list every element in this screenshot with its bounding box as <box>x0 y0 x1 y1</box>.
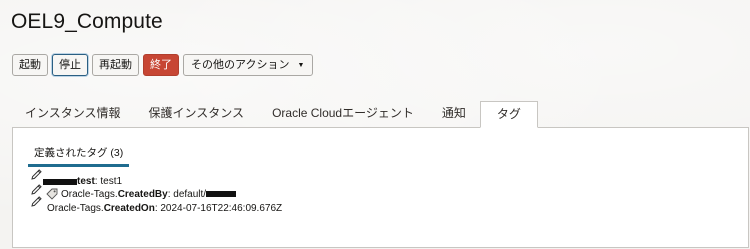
tab-instance-info[interactable]: インスタンス情報 <box>12 101 135 128</box>
restart-button[interactable]: 再起動 <box>92 54 139 76</box>
tag-key: CreatedBy <box>117 188 168 200</box>
tag-value: test1 <box>100 176 123 187</box>
tag-row-test: test : test1 <box>43 176 122 187</box>
redacted-user <box>206 191 237 197</box>
tab-bar: インスタンス情報 保護インスタンス Oracle Cloudエージェント 通知 … <box>12 101 538 128</box>
chevron-down-icon: ▼ <box>297 61 305 69</box>
tag-namespace: Oracle-Tags. <box>61 188 118 200</box>
more-actions-button[interactable]: その他のアクション ▼ <box>183 54 314 76</box>
tag-row-created-on: Oracle-Tags. CreatedOn : 2024-07-16T22:4… <box>47 203 282 214</box>
pencil-icon[interactable] <box>30 196 44 208</box>
tag-key: test <box>77 176 95 187</box>
tag-value: default/ <box>173 188 207 200</box>
tab-oracle-cloud-agent[interactable]: Oracle Cloudエージェント <box>258 101 428 128</box>
tab-protected-instance[interactable]: 保護インスタンス <box>135 101 259 128</box>
tab-notifications[interactable]: 通知 <box>428 101 480 128</box>
more-actions-label: その他のアクション <box>191 59 290 71</box>
redacted-namespace <box>43 178 77 185</box>
page-title: OEL9_Compute <box>11 10 163 33</box>
tag-key: CreatedOn <box>103 203 155 214</box>
tag-value: 2024-07-16T22:46:09.676Z <box>160 203 283 214</box>
stop-button[interactable]: 停止 <box>52 54 88 76</box>
tag-row-created-by: Oracle-Tags. CreatedBy : default/ <box>46 188 237 200</box>
terminate-button[interactable]: 終了 <box>143 54 179 76</box>
pencil-icon[interactable] <box>30 184 44 196</box>
tag-namespace: Oracle-Tags. <box>47 203 104 214</box>
tag-icon <box>46 188 58 200</box>
tag-row <box>30 184 44 196</box>
pencil-icon[interactable] <box>30 169 44 181</box>
tags-panel: 定義されたタグ (3) test : test1 Oracle-Tags. Cr… <box>12 127 749 248</box>
tag-row <box>30 169 44 181</box>
defined-tags-subtab[interactable]: 定義されたタグ (3) <box>28 145 130 167</box>
start-button[interactable]: 起動 <box>12 54 48 76</box>
tab-tags[interactable]: タグ <box>479 101 538 128</box>
tag-row <box>30 196 44 208</box>
action-toolbar: 起動 停止 再起動 終了 その他のアクション ▼ <box>12 54 317 76</box>
